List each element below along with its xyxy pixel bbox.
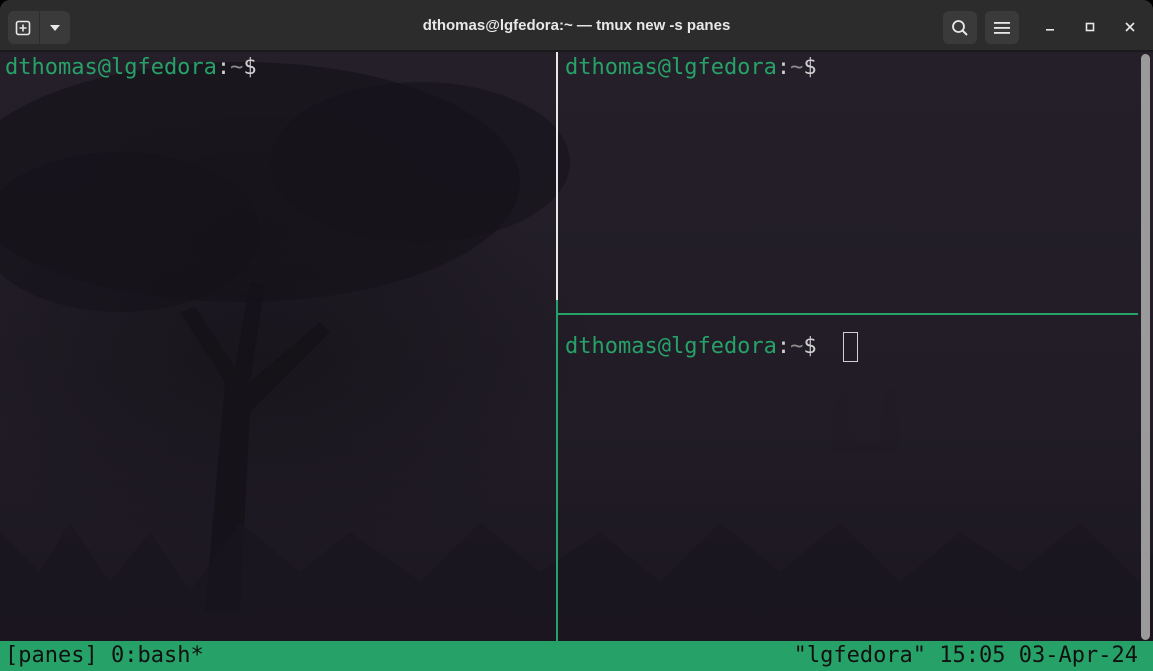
- prompt-colon: :: [776, 55, 791, 80]
- prompt-user-host: dthomas@lgfedora: [565, 334, 777, 359]
- header-bar: dthomas@lgfedora:~ — tmux new -s panes: [0, 0, 1153, 51]
- terminal-window: dthomas@lgfedora:~ — tmux new -s panes d…: [0, 0, 1153, 671]
- scrollbar[interactable]: [1141, 54, 1150, 640]
- bottom-right-pane-prompt: dthomas@lgfedora:~$: [565, 332, 817, 362]
- prompt-path: ~: [230, 55, 244, 80]
- new-tab-icon: [15, 20, 31, 35]
- prompt-symbol: $: [243, 55, 257, 80]
- close-icon: [1125, 22, 1135, 32]
- prompt-colon: :: [776, 334, 791, 359]
- search-button[interactable]: [943, 11, 977, 44]
- status-right: "lgfedora" 15:05 03-Apr-24: [794, 641, 1138, 671]
- left-pane-prompt: dthomas@lgfedora:~$: [5, 53, 257, 83]
- main-menu-button[interactable]: [985, 11, 1019, 44]
- chevron-down-icon: [49, 24, 60, 31]
- terminal-cursor: [843, 332, 858, 362]
- close-button[interactable]: [1118, 15, 1142, 39]
- prompt-user-host: dthomas@lgfedora: [5, 55, 217, 80]
- prompt-user-host: dthomas@lgfedora: [565, 55, 777, 80]
- pane-divider-vertical-inactive[interactable]: [556, 52, 558, 300]
- hostname: "lgfedora": [793, 643, 927, 668]
- minimize-button[interactable]: [1038, 15, 1062, 39]
- prompt-colon: :: [216, 55, 231, 80]
- clock-date: 03-Apr-24: [1018, 643, 1138, 668]
- clock-time: 15:05: [939, 643, 1006, 668]
- pane-divider-vertical-active[interactable]: [556, 300, 558, 641]
- new-tab-button[interactable]: [8, 11, 39, 44]
- window-list-item[interactable]: 0:bash*: [111, 643, 204, 668]
- session-name: [panes]: [5, 643, 98, 668]
- new-tab-dropdown-button[interactable]: [40, 11, 71, 44]
- maximize-icon: [1085, 22, 1095, 32]
- tmux-status-bar: [panes] 0:bash* "lgfedora" 15:05 03-Apr-…: [0, 641, 1153, 671]
- prompt-symbol: $: [803, 334, 817, 359]
- status-left: [panes] 0:bash*: [5, 641, 204, 671]
- search-icon: [952, 19, 968, 36]
- maximize-button[interactable]: [1078, 15, 1102, 39]
- prompt-path: ~: [790, 55, 804, 80]
- prompt-symbol: $: [803, 55, 817, 80]
- minimize-icon: [1046, 29, 1054, 31]
- top-right-pane-prompt: dthomas@lgfedora:~$: [565, 53, 817, 83]
- hamburger-menu-icon: [994, 21, 1010, 34]
- prompt-path: ~: [790, 334, 804, 359]
- pane-divider-horizontal-active[interactable]: [556, 313, 1138, 315]
- new-tab-button-group: [8, 11, 70, 44]
- window-title: dthomas@lgfedora:~ — tmux new -s panes: [422, 17, 731, 34]
